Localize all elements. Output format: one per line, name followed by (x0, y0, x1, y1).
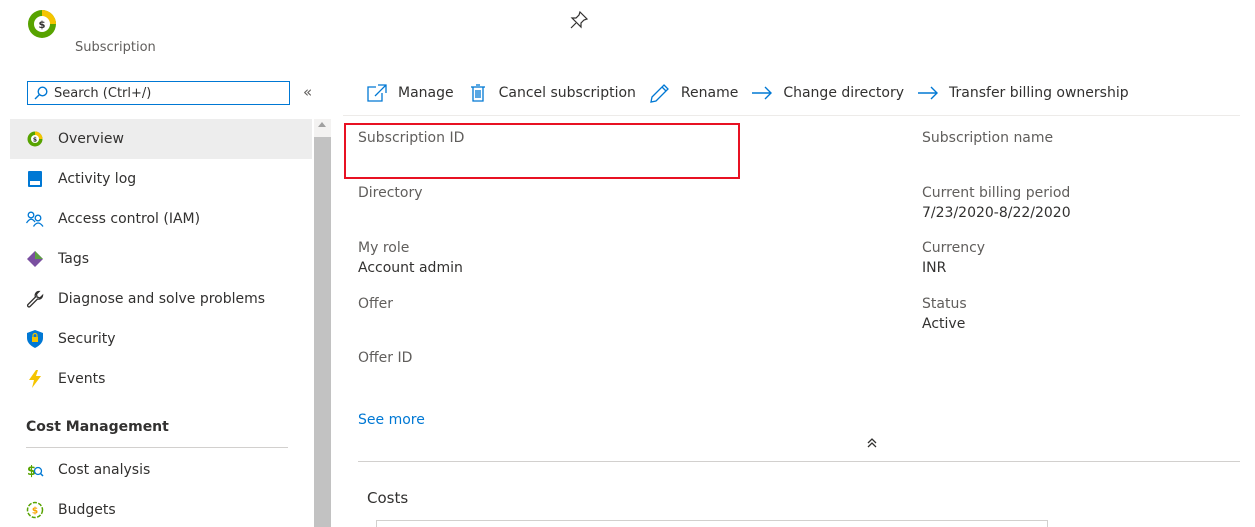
pin-icon[interactable] (569, 10, 589, 30)
sidebar-item-cost-analysis[interactable]: $ Cost analysis (10, 450, 312, 490)
svg-text:$: $ (32, 507, 38, 517)
field-offer-id: Offer ID (358, 348, 412, 368)
field-label: Currency (922, 240, 986, 256)
svg-text:$: $ (33, 137, 37, 144)
svg-text:$: $ (39, 20, 46, 31)
sidebar-item-budgets[interactable]: $ Budgets (10, 490, 312, 527)
field-label: Subscription name (922, 130, 1054, 146)
field-currency: Currency INR (922, 238, 985, 278)
field-subscription-id: Subscription ID (358, 128, 464, 148)
sidebar-item-activity-log[interactable]: Activity log (10, 159, 312, 199)
subscription-logo-icon: $ (27, 9, 57, 39)
search-icon (28, 82, 54, 104)
field-directory: Directory (358, 183, 423, 203)
field-value: Account admin (358, 260, 463, 276)
sidebar-nav: $ Overview Activity log Access control (… (10, 119, 312, 399)
pencil-icon (649, 83, 671, 103)
activity-log-icon (26, 170, 44, 188)
sidebar-item-access-control[interactable]: Access control (IAM) (10, 199, 312, 239)
field-status: Status Active (922, 294, 967, 334)
sidebar-item-events[interactable]: Events (10, 359, 312, 399)
field-value: INR (922, 260, 947, 276)
sidebar-nav-cost: $ Cost analysis $ Budgets (10, 450, 312, 527)
budgets-icon: $ (26, 501, 44, 519)
arrow-right-icon (751, 83, 773, 103)
sidebar-divider (26, 447, 288, 448)
sidebar-item-security[interactable]: Security (10, 319, 312, 359)
sidebar-item-diagnose[interactable]: Diagnose and solve problems (10, 279, 312, 319)
overview-icon: $ (26, 130, 44, 148)
page-subtitle: Subscription (75, 40, 156, 55)
field-label: Current billing period (922, 185, 1071, 201)
costs-panel (376, 520, 1048, 527)
manage-button[interactable]: Manage (366, 83, 454, 103)
change-directory-button[interactable]: Change directory (751, 83, 904, 103)
field-label: Offer (358, 296, 394, 312)
field-value: 7/23/2020-8/22/2020 (922, 205, 1071, 221)
shield-icon (26, 330, 44, 348)
cancel-subscription-button[interactable]: Cancel subscription (467, 83, 636, 103)
search-box[interactable] (27, 81, 290, 105)
sidebar-item-label: Diagnose and solve problems (58, 291, 266, 307)
sidebar-item-label: Security (58, 331, 116, 347)
field-offer: Offer (358, 294, 393, 314)
arrow-right-icon (917, 83, 939, 103)
rename-label: Rename (680, 85, 739, 101)
transfer-billing-button[interactable]: Transfer billing ownership (917, 83, 1129, 103)
lightning-icon (26, 370, 44, 388)
essentials-divider (358, 461, 1240, 462)
transfer-billing-label: Transfer billing ownership (949, 85, 1129, 101)
field-label: Status (922, 296, 967, 312)
external-link-icon (366, 83, 388, 103)
sidebar-scrollbar[interactable] (314, 119, 331, 527)
command-bar: Manage Cancel subscription Rename Change… (366, 80, 1142, 106)
sidebar-item-label: Cost analysis (58, 462, 151, 478)
sidebar-item-overview[interactable]: $ Overview (10, 119, 312, 159)
search-input[interactable] (54, 85, 274, 101)
field-my-role: My role Account admin (358, 238, 463, 278)
field-label: Offer ID (358, 350, 413, 366)
sidebar-item-label: Access control (IAM) (58, 211, 201, 227)
collapse-sidebar-button[interactable]: « (303, 83, 312, 101)
trash-icon (467, 83, 489, 103)
field-value: Active (922, 316, 966, 332)
sidebar-section-title: Cost Management (26, 419, 169, 435)
people-icon (26, 210, 44, 228)
cost-analysis-icon: $ (26, 461, 44, 479)
sidebar-item-tags[interactable]: Tags (10, 239, 312, 279)
change-directory-label: Change directory (783, 85, 905, 101)
scroll-up-arrow-icon[interactable] (318, 122, 326, 127)
sidebar-item-label: Budgets (58, 502, 116, 518)
rename-button[interactable]: Rename (649, 83, 738, 103)
collapse-essentials-chevron-icon[interactable] (862, 434, 882, 452)
field-billing-period: Current billing period 7/23/2020-8/22/20… (922, 183, 1071, 223)
sidebar-item-label: Tags (58, 251, 89, 267)
sidebar-item-label: Activity log (58, 171, 137, 187)
field-label: My role (358, 240, 410, 256)
sidebar-item-label: Overview (58, 131, 124, 147)
field-label: Directory (358, 185, 423, 201)
manage-label: Manage (398, 85, 454, 101)
field-subscription-name: Subscription name (922, 128, 1053, 148)
cancel-subscription-label: Cancel subscription (498, 85, 636, 101)
costs-section-title: Costs (367, 489, 409, 507)
field-label: Subscription ID (358, 130, 465, 146)
toolbar-divider (343, 115, 1240, 116)
sidebar-item-label: Events (58, 371, 106, 387)
scroll-thumb[interactable] (314, 137, 331, 527)
wrench-icon (26, 290, 44, 308)
see-more-link[interactable]: See more (358, 412, 425, 428)
tag-icon (26, 250, 44, 268)
